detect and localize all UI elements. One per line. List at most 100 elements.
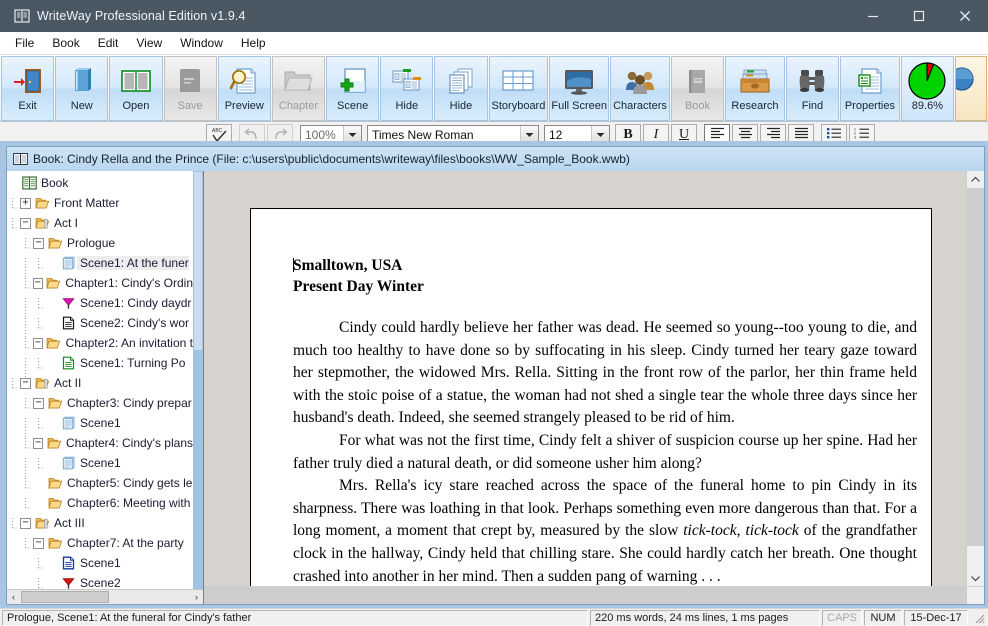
align-right-icon — [766, 127, 781, 142]
menu-window[interactable]: Window — [171, 33, 232, 53]
close-button[interactable] — [942, 0, 988, 32]
toolbar-button-preview[interactable]: Preview — [217, 56, 271, 121]
tree-collapse-icon[interactable]: − — [20, 217, 31, 229]
tree-item[interactable]: − Chapter2: An invitation t — [7, 333, 193, 353]
tree-collapse-icon[interactable]: − — [20, 517, 31, 529]
document-paragraph-1: Cindy could hardly believe her father wa… — [293, 319, 917, 427]
tree-item-label: Scene2: Cindy's wor — [80, 316, 190, 330]
toolbar-button-overflow[interactable] — [954, 56, 987, 121]
tree-item[interactable]: − Chapter1: Cindy's Ordin — [7, 273, 193, 293]
tree-item[interactable]: − Act I — [7, 213, 193, 233]
tree-item[interactable]: Scene2 — [7, 573, 193, 590]
toolbar-button-scene[interactable]: Scene — [326, 56, 380, 121]
toolbar-button-hide-cards[interactable]: Hide — [380, 56, 434, 121]
tree-vscroll-thumb[interactable] — [193, 171, 203, 351]
tree-guide — [33, 257, 44, 269]
tree-horizontal-scrollbar[interactable]: ‹ › — [7, 589, 203, 604]
tree-item[interactable]: Book — [7, 173, 193, 193]
tree-item[interactable]: − Act III — [7, 513, 193, 533]
document-page[interactable]: Smalltown, USA Present Day Winter Cindy … — [250, 208, 932, 604]
tree-guide — [20, 497, 31, 509]
toolbar-button-characters[interactable]: Characters — [610, 56, 670, 121]
open-book-icon — [120, 62, 152, 100]
minimize-button[interactable] — [850, 0, 896, 32]
maximize-button[interactable] — [896, 0, 942, 32]
editor-vscroll-thumb[interactable] — [967, 188, 984, 546]
menu-book[interactable]: Book — [43, 33, 88, 53]
toolbar-label-storyboard: Storyboard — [491, 100, 546, 112]
tree-collapse-icon[interactable]: − — [33, 397, 44, 409]
tree-guide — [20, 457, 31, 478]
toolbar-button-progress[interactable]: 89.6% — [900, 56, 954, 121]
toolbar-label-full-screen: Full Screen — [551, 100, 608, 112]
toolbar-button-find[interactable]: Find — [785, 56, 840, 121]
tree-item[interactable]: + Front Matter — [7, 193, 193, 213]
tree-item[interactable]: Chapter5: Cindy gets le — [7, 473, 193, 493]
tree-item[interactable]: Chapter6: Meeting with — [7, 493, 193, 513]
tree-guide — [7, 217, 18, 229]
toolbar-button-open[interactable]: Open — [109, 56, 163, 121]
tree-item[interactable]: Scene1 — [7, 453, 193, 478]
toolbar-label-hide-cards: Hide — [395, 100, 419, 112]
tree-hscroll-right-arrow[interactable]: › — [190, 591, 203, 604]
flag-magenta-icon — [59, 296, 77, 310]
hide-cards-icon — [391, 62, 423, 100]
document-text[interactable]: Smalltown, USA Present Day Winter Cindy … — [251, 209, 931, 588]
toolbar-button-storyboard[interactable]: Storyboard — [488, 56, 549, 121]
scene-green-icon — [59, 356, 77, 370]
tree-collapse-icon[interactable]: − — [20, 377, 31, 389]
book-tree[interactable]: Book + Front Matter − Act I − Prologue Scene1: … — [7, 171, 193, 590]
toolbar-button-exit[interactable]: Exit — [1, 56, 55, 121]
tree-guide — [7, 318, 18, 329]
toolbar-button-properties[interactable]: Properties — [840, 56, 900, 121]
tree-item[interactable]: − Act II — [7, 373, 193, 393]
tree-collapse-icon[interactable]: − — [32, 437, 44, 449]
resize-grip[interactable] — [972, 611, 986, 625]
tree-item[interactable]: − Chapter7: At the party — [7, 533, 193, 553]
act-folder-icon — [33, 516, 51, 530]
tree-item[interactable]: Scene1 — [7, 413, 193, 438]
tree-hscroll-thumb[interactable] — [21, 591, 109, 603]
tree-item-label: Chapter1: Cindy's Ordin — [65, 276, 193, 290]
menu-file[interactable]: File — [6, 33, 43, 53]
tree-collapse-icon[interactable]: − — [33, 537, 44, 549]
toolbar-button-research[interactable]: Research — [725, 56, 785, 121]
editor-scroll-down-arrow[interactable] — [967, 570, 984, 587]
toolbar-button-chapter[interactable]: Chapter — [271, 56, 326, 121]
tree-item[interactable]: Scene1: Turning Po — [7, 353, 193, 378]
tree-item-label: Scene1 — [80, 456, 121, 470]
menu-view[interactable]: View — [127, 33, 171, 53]
tree-hscroll-left-arrow[interactable]: ‹ — [7, 591, 20, 604]
toolbar-button-save[interactable]: Save — [163, 56, 217, 121]
editor-hscroll-thumb[interactable] — [204, 587, 984, 604]
hide-pages-icon — [446, 62, 476, 100]
tree-collapse-icon[interactable]: − — [32, 337, 44, 349]
toolbar-button-hide-pages[interactable]: Hide — [434, 56, 488, 121]
tree-item-label: Scene1: Cindy daydr — [80, 296, 192, 310]
tree-item[interactable]: Scene1 — [7, 553, 193, 573]
tree-item[interactable]: Scene1: At the funer — [7, 253, 193, 278]
tree-expand-icon[interactable]: + — [20, 197, 31, 209]
tree-guide — [20, 297, 31, 318]
tree-collapse-icon[interactable]: − — [32, 277, 44, 289]
editor-scroll-up-arrow[interactable] — [967, 171, 984, 188]
toolbar-button-book[interactable]: Book — [670, 56, 725, 121]
tree-item[interactable]: − Prologue — [7, 233, 193, 253]
tree-item[interactable]: Scene2: Cindy's wor — [7, 313, 193, 338]
toolbar-button-new[interactable]: New — [55, 56, 109, 121]
save-disk-icon — [176, 62, 204, 100]
tree-vertical-scrollbar[interactable] — [193, 171, 203, 590]
tree-item[interactable]: Scene1: Cindy daydr — [7, 293, 193, 318]
menu-bar: File Book Edit View Window Help — [0, 32, 988, 55]
font-family-value: Times New Roman — [372, 127, 474, 142]
application-window: WriteWay Professional Edition v1.9.4 Fil… — [0, 0, 988, 626]
tree-guide — [33, 577, 44, 589]
tree-item[interactable]: − Chapter4: Cindy's plans — [7, 433, 193, 453]
tree-item[interactable]: − Chapter3: Cindy prepar — [7, 393, 193, 413]
menu-help[interactable]: Help — [232, 33, 275, 53]
menu-edit[interactable]: Edit — [89, 33, 128, 53]
tree-collapse-icon[interactable]: − — [33, 237, 44, 249]
editor-horizontal-scrollbar[interactable] — [204, 586, 984, 604]
editor-vertical-scrollbar[interactable] — [966, 171, 984, 587]
toolbar-button-full-screen[interactable]: Full Screen — [549, 56, 610, 121]
